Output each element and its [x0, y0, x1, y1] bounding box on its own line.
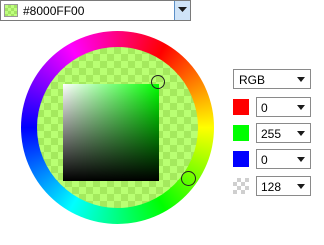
blue-swatch	[233, 151, 249, 167]
alpha-channel-row: 128	[233, 176, 311, 196]
green-value-select[interactable]: 255	[256, 123, 311, 143]
color-hex-combo[interactable]: #8000FF00	[0, 0, 191, 21]
color-mode-select[interactable]: RGB	[233, 69, 311, 89]
chevron-down-icon	[297, 105, 305, 110]
chevron-down-icon	[297, 184, 305, 189]
color-combo-dropdown-button[interactable]	[174, 1, 190, 20]
alpha-checker-icon	[233, 178, 249, 194]
red-channel-row: 0	[233, 97, 311, 117]
green-swatch	[233, 125, 249, 141]
alpha-value-select[interactable]: 128	[256, 176, 311, 196]
hue-handle[interactable]	[151, 75, 165, 89]
blue-value: 0	[261, 153, 268, 167]
saturation-value-square[interactable]	[63, 84, 159, 181]
blue-value-select[interactable]: 0	[256, 149, 311, 169]
current-color-swatch	[4, 4, 18, 17]
green-value: 255	[261, 127, 282, 141]
alpha-value: 128	[261, 180, 282, 194]
chevron-down-icon	[297, 131, 305, 136]
chevron-down-icon	[297, 77, 305, 82]
color-handle[interactable]	[181, 171, 196, 186]
red-swatch	[233, 99, 249, 115]
red-value: 0	[261, 101, 268, 115]
chevron-down-icon	[297, 157, 305, 162]
color-hex-text: #8000FF00	[23, 4, 85, 18]
blue-channel-row: 0	[233, 149, 311, 169]
color-wheel[interactable]	[21, 31, 214, 224]
chevron-down-icon	[178, 7, 187, 12]
green-channel-row: 255	[233, 123, 311, 143]
color-mode-label: RGB	[239, 73, 266, 87]
red-value-select[interactable]: 0	[256, 97, 311, 117]
